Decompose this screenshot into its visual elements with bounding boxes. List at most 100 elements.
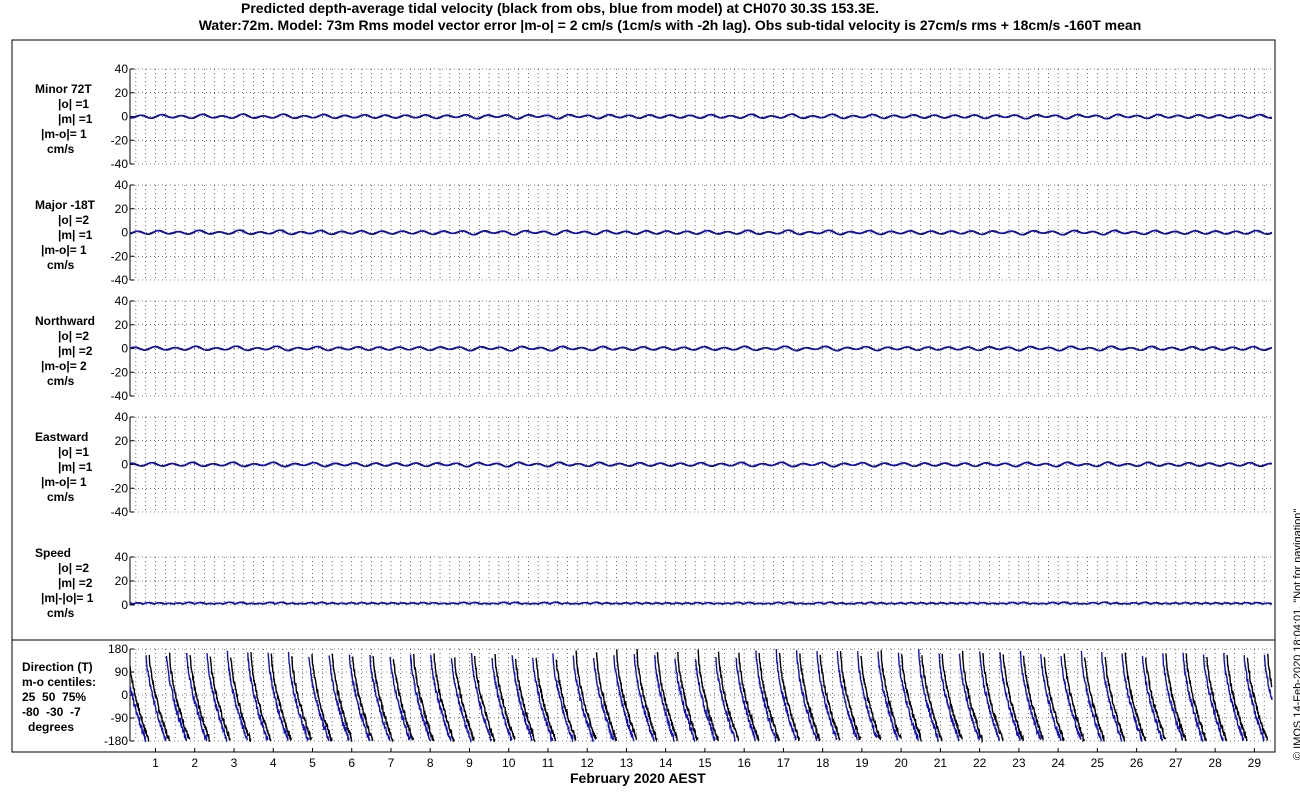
x-tick-label: 12	[581, 756, 595, 770]
series-obs	[1043, 656, 1065, 742]
y-tick-label: -20	[111, 249, 129, 263]
y-tick-label: 40	[115, 410, 129, 424]
y-tick-label: 20	[115, 86, 129, 100]
y-tick-label: -40	[111, 389, 129, 403]
panel-label-line: cm/s	[47, 258, 75, 272]
series-obs	[474, 655, 496, 742]
panel-label-line: cm/s	[47, 490, 75, 504]
x-tick-label: 16	[737, 756, 751, 770]
panel-speed: 40 20 0	[115, 550, 1273, 612]
series-obs	[454, 657, 475, 741]
series-obs	[1206, 656, 1228, 742]
x-tick-label: 8	[427, 756, 434, 770]
x-tick-label: 23	[1012, 756, 1026, 770]
x-tick-label: 15	[698, 756, 712, 770]
series-obs	[129, 666, 150, 742]
panel-minor: 40 20 0 -20 -40	[111, 62, 1273, 171]
tidal-velocity-chart: 1 2 3 4 5 6 7 8 9 10 11 12 13 14 15 16 17 18 19 20 21 22 23 24 2…	[11, 39, 1276, 770]
y-tick-label: 0	[121, 598, 128, 612]
series-model	[129, 686, 147, 743]
panel-label-line: |m| =1	[58, 228, 93, 242]
panel-label-line: |o| =2	[58, 213, 90, 227]
y-tick-label: -20	[111, 481, 129, 495]
series-obs	[555, 659, 577, 741]
y-tick-label: 180	[108, 642, 128, 656]
y-tick-label: 40	[115, 294, 129, 308]
credit-note: © IMOS 14-Feb-2020 18:04:01. "Not for na…	[1292, 508, 1300, 760]
y-tick-label: -20	[111, 365, 129, 379]
y-tick-label: 20	[115, 318, 129, 332]
panel-label-line: |m| =1	[58, 112, 93, 126]
y-tick-label: 0	[121, 110, 128, 124]
y-tick-label: -20	[111, 133, 129, 147]
panel-label-east: Eastward |o| =1 |m| =1 |m-o|= 1 cm/s	[35, 430, 92, 505]
panel-label-line: cm/s	[47, 142, 75, 156]
panel-label-line: |m-o|= 2	[41, 359, 87, 373]
y-tick-label: -40	[111, 157, 129, 171]
y-tick-label: 0	[121, 226, 128, 240]
x-tick-label: 2	[191, 756, 198, 770]
x-axis-label: February 2020 AEST	[570, 770, 706, 786]
panel-label-line: m-o centiles:	[22, 675, 97, 689]
panel-label-line: |m-o|= 1	[41, 475, 87, 489]
panel-label-line: |m| =2	[58, 344, 93, 358]
panel-label-line: Minor 72T	[35, 82, 92, 96]
y-tick-label: 20	[115, 202, 129, 216]
panel-label-line: |m-o|= 1	[41, 127, 87, 141]
x-tick-label: 10	[502, 756, 516, 770]
y-tick-label: 0	[121, 458, 128, 472]
x-tick-label: 28	[1208, 756, 1222, 770]
y-tick-label: -90	[111, 711, 129, 725]
x-tick-label: 22	[973, 756, 987, 770]
panel-label-line: degrees	[28, 720, 75, 734]
x-tick-label: 20	[894, 756, 908, 770]
x-tick-label: 7	[388, 756, 395, 770]
y-tick-label: 0	[121, 688, 128, 702]
x-tick-label: 19	[855, 756, 869, 770]
y-tick-label: 20	[115, 574, 129, 588]
y-tick-label: 40	[115, 62, 129, 76]
series-obs	[392, 659, 415, 741]
x-tick-label: 27	[1169, 756, 1183, 770]
x-tick-label: 9	[466, 756, 473, 770]
panel-label-line: cm/s	[47, 374, 75, 388]
panel-label-line: Major -18T	[35, 198, 96, 212]
x-tick-label: 21	[934, 756, 948, 770]
y-tick-label: 20	[115, 434, 129, 448]
series-obs	[535, 657, 557, 742]
panel-label-line: 25 50 75%	[22, 690, 87, 704]
panel-label-line: |m|-|o|= 1	[41, 591, 94, 605]
series-model	[130, 113, 1273, 120]
x-tick-label: 24	[1051, 756, 1065, 770]
y-tick-label: 90	[115, 665, 129, 679]
panel-major: 40 20 0 -20 -40	[111, 178, 1273, 287]
panel-north: 40 20 0 -20 -40	[111, 294, 1273, 403]
series-model	[247, 652, 269, 742]
x-tick-label: 4	[270, 756, 277, 770]
x-tick-label: 17	[777, 756, 791, 770]
series-obs	[148, 654, 170, 742]
panel-label-line: |o| =1	[58, 97, 90, 111]
panel-label-line: Eastward	[35, 430, 89, 444]
series-obs	[352, 656, 374, 742]
x-tick-label: 13	[620, 756, 634, 770]
panel-label-direction: Direction (T) m-o centiles: 25 50 75% -80 -…	[22, 660, 96, 735]
panel-label-line: |m| =1	[58, 460, 93, 474]
x-tick-label: 11	[542, 756, 555, 770]
panel-label-north: Northward |o| =2 |m| =2 |m-o|= 2 cm/s	[35, 314, 95, 389]
series-obs	[656, 652, 678, 742]
x-tick-label: 14	[659, 756, 673, 770]
panel-label-minor: Minor 72T |o| =1 |m| =1 |m-o|= 1 cm/s	[35, 82, 92, 157]
y-tick-label: -40	[111, 505, 129, 519]
y-tick-label: 40	[115, 550, 129, 564]
x-tick-label: 5	[309, 756, 316, 770]
panel-direction: 180 90 0 -90 -180	[104, 642, 1273, 748]
panel-label-line: -80 -30 -7	[22, 705, 81, 719]
series-model	[1060, 656, 1082, 740]
panel-label-line: |o| =2	[58, 329, 90, 343]
series-obs	[413, 653, 435, 742]
x-tick-label: 29	[1248, 756, 1262, 770]
panel-label-line: |m-o|= 1	[41, 243, 87, 257]
x-tick-label: 26	[1130, 756, 1144, 770]
series-obs	[819, 654, 841, 741]
